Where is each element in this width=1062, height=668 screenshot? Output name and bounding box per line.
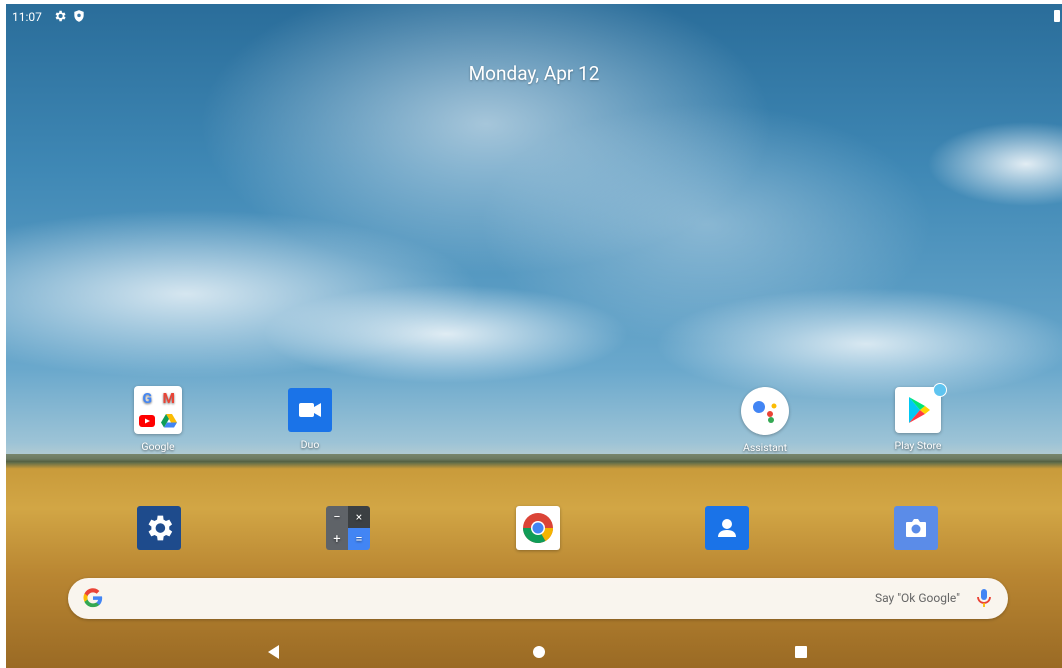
app-label: Duo — [300, 438, 320, 451]
app-label: Play Store — [894, 439, 942, 452]
recents-icon[interactable] — [794, 644, 808, 663]
search-hint: Say "Ok Google" — [874, 591, 960, 605]
assistant-icon — [741, 387, 789, 435]
home-icon[interactable] — [532, 644, 546, 663]
date-widget[interactable]: Monday, Apr 12 — [6, 62, 1062, 85]
app-play-store[interactable]: Play Store — [882, 383, 954, 452]
plus-key: + — [326, 528, 348, 550]
google-search-bar[interactable]: Say "Ok Google" — [68, 578, 1008, 619]
drive-icon — [160, 412, 179, 431]
horizon — [6, 454, 1062, 462]
app-chrome[interactable] — [502, 506, 574, 550]
play-store-icon — [895, 383, 947, 433]
settings-icon — [137, 506, 181, 550]
contacts-icon — [705, 506, 749, 550]
calculator-icon: − × + = — [326, 506, 370, 550]
google-g-icon: G — [142, 391, 153, 408]
google-logo-icon — [82, 587, 104, 613]
app-assistant[interactable]: Assistant — [729, 387, 801, 454]
app-duo[interactable]: Duo — [274, 388, 346, 451]
status-bar: 11:07 — [6, 4, 1062, 30]
app-calculator[interactable]: − × + = — [312, 506, 384, 550]
app-camera[interactable] — [880, 506, 952, 550]
mic-icon[interactable] — [976, 588, 992, 612]
google-folder-icon: G M — [134, 386, 182, 434]
notification-dot — [933, 383, 947, 397]
app-contacts[interactable] — [691, 506, 763, 550]
battery-icon — [1054, 10, 1060, 22]
app-label: Assistant — [742, 441, 788, 454]
equals-key: = — [348, 528, 370, 550]
app-google-folder[interactable]: G M Google — [122, 386, 194, 453]
shield-icon — [72, 9, 86, 23]
multiply-key: × — [348, 506, 370, 528]
navigation-bar — [6, 634, 1062, 668]
camera-icon — [894, 506, 938, 550]
app-label: Google — [141, 440, 175, 453]
home-screen: 11:07 Monday, Apr 12 G M Google Duo Assi… — [6, 4, 1062, 668]
chrome-icon — [516, 506, 560, 550]
status-time: 11:07 — [12, 10, 42, 24]
app-settings[interactable] — [123, 506, 195, 550]
gear-icon — [53, 9, 67, 23]
duo-icon — [288, 388, 332, 432]
minus-key: − — [326, 506, 348, 528]
back-icon[interactable] — [268, 644, 280, 663]
youtube-icon — [138, 412, 157, 431]
gmail-icon: M — [162, 391, 175, 408]
